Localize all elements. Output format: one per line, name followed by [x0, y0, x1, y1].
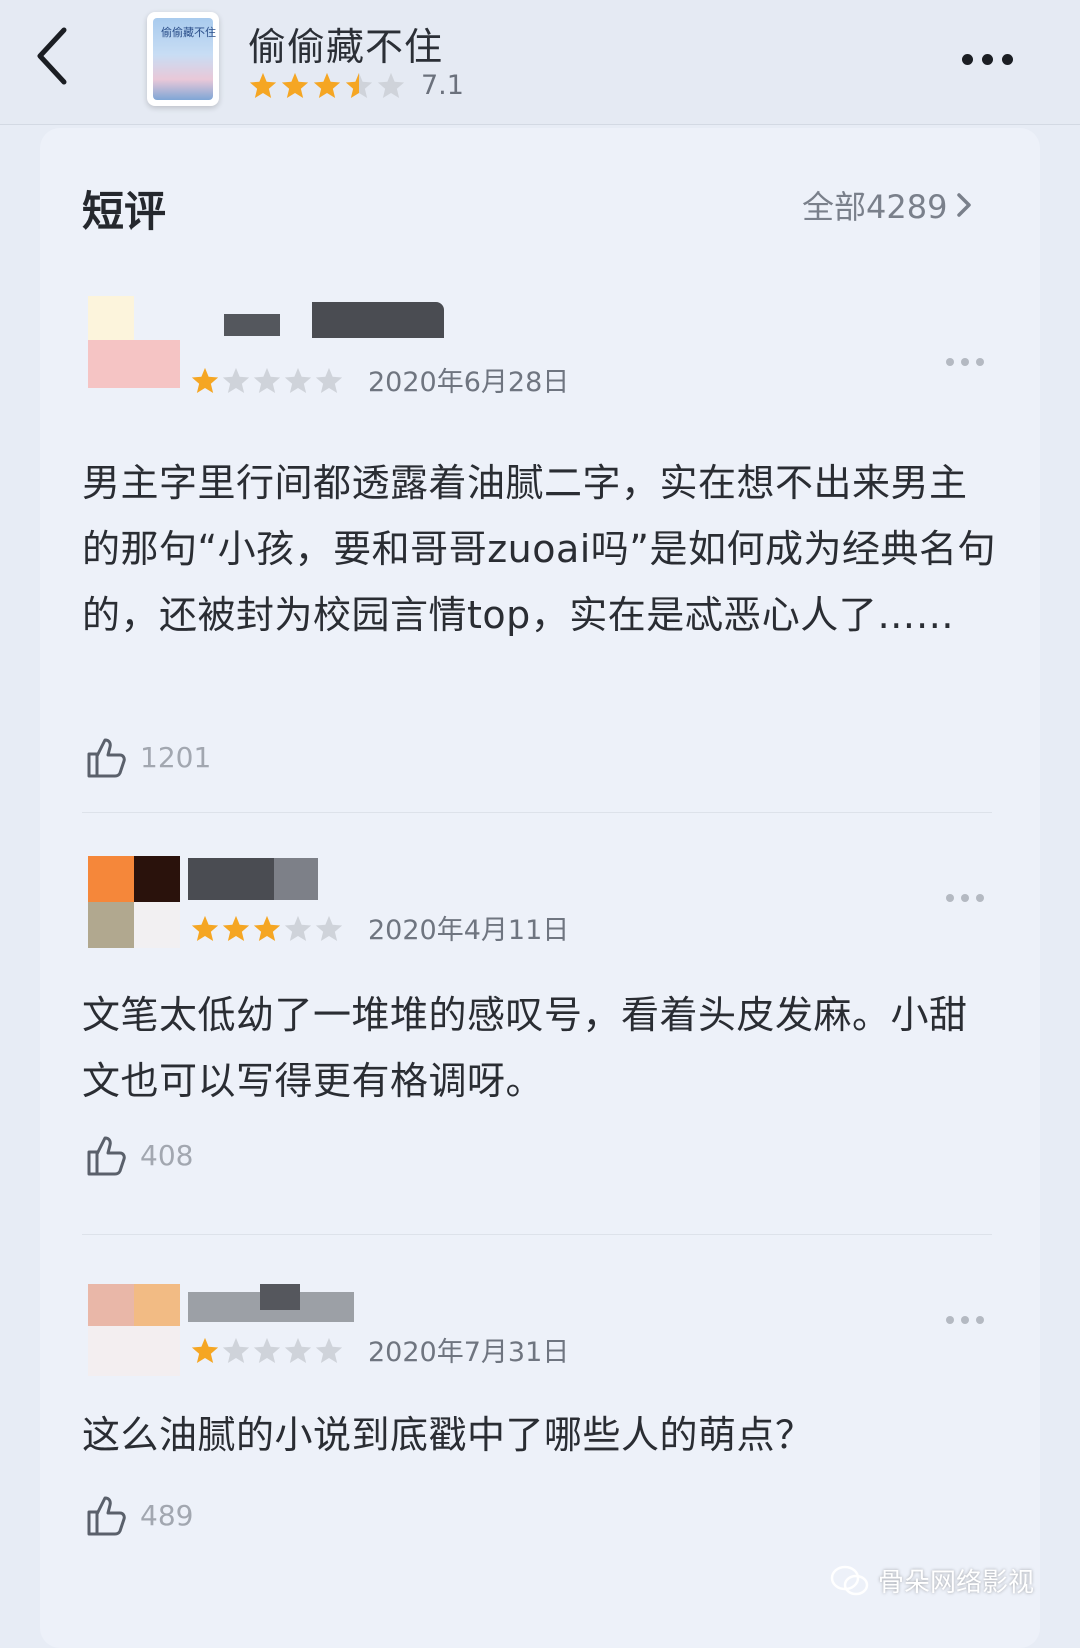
dot-icon	[961, 1316, 969, 1324]
star-icon	[345, 72, 373, 98]
review-stars	[190, 914, 344, 944]
more-menu-button[interactable]	[962, 54, 1013, 65]
star-icon	[315, 367, 343, 393]
review-stars	[190, 366, 344, 396]
review-date: 2020年6月28日	[368, 367, 570, 398]
watermark: 骨朵网络影视	[830, 1562, 1034, 1599]
thumbs-up-icon	[87, 1136, 126, 1176]
dot-icon	[946, 1316, 954, 1324]
back-button[interactable]	[34, 24, 84, 92]
star-icon	[249, 72, 277, 98]
like-button[interactable]: 1201	[86, 736, 211, 778]
star-icon	[191, 367, 219, 393]
avatar[interactable]	[88, 1284, 180, 1376]
review-more-button[interactable]	[946, 358, 984, 366]
divider	[82, 1234, 992, 1235]
star-icon	[253, 367, 281, 393]
star-icon	[253, 915, 281, 941]
wechat-icon	[830, 1565, 869, 1595]
star-icon	[315, 1337, 343, 1363]
like-count: 1201	[140, 740, 212, 774]
review-date: 2020年4月11日	[368, 915, 570, 946]
star-icon	[222, 367, 250, 393]
dot-icon	[976, 1316, 984, 1324]
dot-icon	[976, 894, 984, 902]
like-count: 408	[140, 1138, 194, 1172]
all-reviews-link[interactable]: 全部4289	[802, 182, 975, 228]
thumbs-up-icon	[87, 738, 126, 778]
review-more-button[interactable]	[946, 1316, 984, 1324]
star-icon	[377, 72, 405, 98]
book-cover[interactable]: 偷偷藏不住	[147, 12, 219, 106]
like-button[interactable]: 489	[86, 1494, 193, 1536]
avatar[interactable]	[88, 296, 180, 388]
like-button[interactable]: 408	[86, 1134, 193, 1176]
review-date: 2020年7月31日	[368, 1337, 570, 1368]
dot-icon	[976, 358, 984, 366]
reviewer-nickname[interactable]	[188, 300, 448, 342]
dot-icon	[1002, 54, 1013, 65]
star-icon	[222, 915, 250, 941]
chevron-left-icon	[37, 27, 67, 85]
review-stars	[190, 1336, 344, 1366]
dot-icon	[982, 54, 993, 65]
star-icon	[284, 1337, 312, 1363]
star-icon	[313, 72, 341, 98]
review-text: 男主字里行间都透露着油腻二字，实在想不出来男主的那句“小孩，要和哥哥zuoai吗…	[82, 461, 996, 637]
star-icon	[315, 915, 343, 941]
star-icon	[281, 72, 309, 98]
dot-icon	[962, 54, 973, 65]
reviewer-nickname[interactable]	[188, 858, 348, 900]
star-icon	[284, 367, 312, 393]
chevron-right-icon	[957, 193, 972, 217]
divider	[82, 812, 992, 813]
star-icon	[253, 1337, 281, 1363]
book-title: 偷偷藏不住	[248, 25, 444, 69]
star-icon	[191, 1337, 219, 1363]
dot-icon	[946, 894, 954, 902]
avatar[interactable]	[88, 856, 180, 948]
review-text: 这么油腻的小说到底戳中了哪些人的萌点？	[82, 1413, 814, 1457]
dot-icon	[961, 894, 969, 902]
thumbs-up-icon	[87, 1496, 126, 1536]
star-icon	[222, 1337, 250, 1363]
review-more-button[interactable]	[946, 894, 984, 902]
star-icon	[191, 915, 219, 941]
cover-text: 偷偷藏不住	[161, 26, 216, 39]
review-text: 文笔太低幼了一堆堆的感叹号，看着头皮发麻。小甜文也可以写得更有格调呀。	[82, 993, 968, 1103]
section-title: 短评	[82, 187, 167, 236]
like-count: 489	[140, 1498, 194, 1532]
dot-icon	[946, 358, 954, 366]
all-reviews-label: 全部4289	[802, 188, 948, 226]
watermark-text: 骨朵网络影视	[878, 1568, 1035, 1598]
reviewer-nickname[interactable]	[188, 1284, 358, 1326]
book-rating-score: 7.1	[421, 70, 464, 101]
star-icon	[284, 915, 312, 941]
book-rating-stars	[248, 71, 406, 101]
dot-icon	[961, 358, 969, 366]
